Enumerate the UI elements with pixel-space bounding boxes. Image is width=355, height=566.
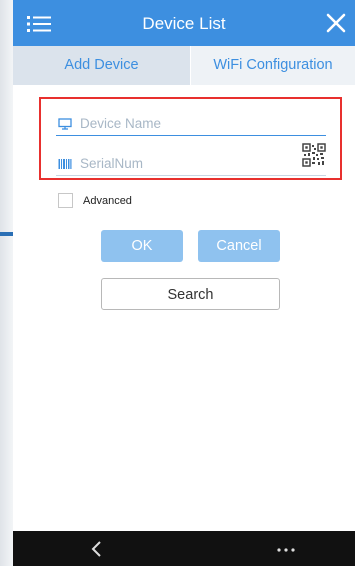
monitor-icon (58, 117, 72, 130)
device-form-highlight (39, 97, 342, 180)
qr-code-icon[interactable] (302, 143, 326, 167)
title-bar: Device List (13, 0, 355, 46)
tab-bar: Add Device WiFi Configuration (13, 46, 355, 85)
advanced-label: Advanced (83, 195, 132, 207)
close-icon[interactable] (323, 10, 349, 36)
ok-button[interactable]: OK (101, 230, 183, 262)
device-list-screen: Device List Add Device WiFi Configuratio… (13, 0, 355, 566)
more-dots-icon[interactable] (271, 539, 301, 559)
device-name-field (56, 113, 326, 136)
serial-num-input[interactable] (80, 153, 280, 173)
search-button[interactable]: Search (101, 278, 280, 310)
tab-add-device[interactable]: Add Device (13, 46, 191, 85)
system-navigation-bar (13, 531, 355, 566)
background-window-edge (0, 0, 13, 566)
cancel-button[interactable]: Cancel (198, 230, 280, 262)
tab-wifi-configuration[interactable]: WiFi Configuration (191, 46, 355, 85)
serial-num-field (56, 143, 326, 176)
barcode-icon (58, 157, 72, 169)
background-stripe (0, 232, 13, 236)
device-name-input[interactable] (80, 113, 280, 133)
advanced-checkbox[interactable] (58, 193, 73, 208)
back-chevron-icon[interactable] (87, 539, 107, 559)
page-title: Device List (142, 14, 226, 33)
